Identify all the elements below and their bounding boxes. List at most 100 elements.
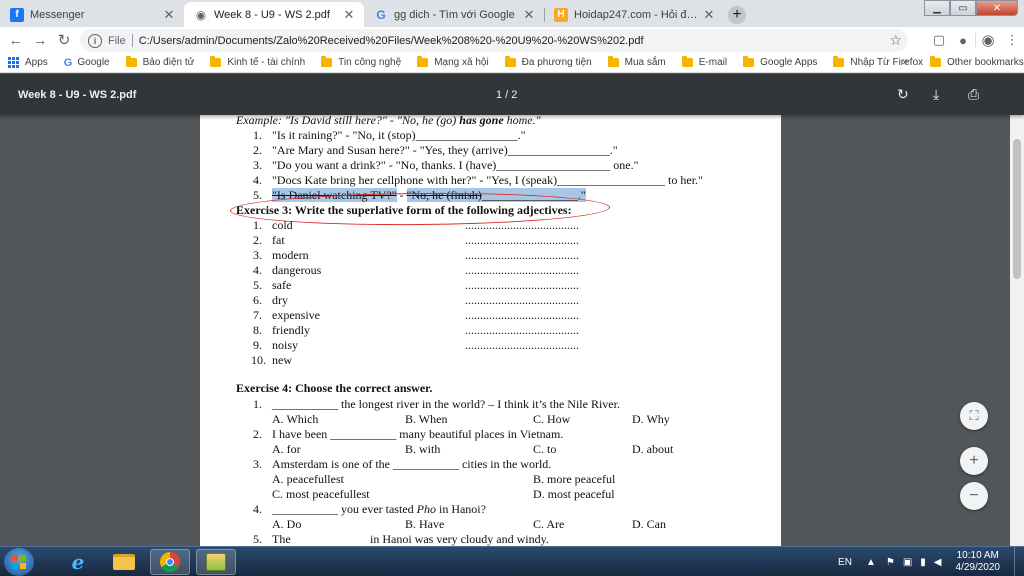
folder-icon xyxy=(321,56,333,67)
bookmark-folder[interactable]: Tin công nghệ xyxy=(321,56,402,68)
fit-page-button[interactable]: ⛶ xyxy=(960,402,988,430)
bookmark-folder[interactable]: Bảo điện tử xyxy=(125,56,195,68)
internet-explorer-icon: e xyxy=(71,550,85,574)
option: B. more peaceful xyxy=(533,472,616,486)
tab-messenger[interactable]: f Messenger ✕ xyxy=(0,2,184,27)
item-number: 3. xyxy=(253,158,262,172)
close-tab-icon[interactable]: ✕ xyxy=(342,7,356,23)
language-indicator[interactable]: EN xyxy=(838,557,852,568)
bookmark-folder[interactable]: E-mail xyxy=(681,56,727,68)
globe-icon: ◉ xyxy=(195,7,207,22)
close-tab-icon[interactable]: ✕ xyxy=(162,7,176,23)
chrome-icon-center xyxy=(166,558,174,566)
reload-button[interactable]: ↻ xyxy=(52,28,76,52)
item-number: 3. xyxy=(253,248,262,262)
page-indicator[interactable]: 1 / 2 xyxy=(496,89,517,101)
item-number: 1. xyxy=(253,128,262,142)
profile-avatar-icon[interactable]: ◉ xyxy=(976,28,1000,52)
scrollbar-thumb[interactable] xyxy=(1013,139,1021,279)
bookmark-label: Bảo điện tử xyxy=(142,57,195,68)
question-blank: ___________ xyxy=(272,397,338,411)
tab-pdf[interactable]: ◉ Week 8 - U9 - WS 2.pdf ✕ xyxy=(184,2,364,27)
zoom-out-button[interactable]: − xyxy=(960,482,988,510)
question-text: in Hanoi? xyxy=(435,502,486,516)
bookmark-folder[interactable]: Mua sắm xyxy=(607,56,666,68)
close-tab-icon[interactable]: ✕ xyxy=(522,7,536,23)
option: D. about xyxy=(632,442,674,456)
item-number: 5. xyxy=(253,532,262,546)
option: B. When xyxy=(405,412,448,426)
item-number: 2. xyxy=(253,427,262,441)
pdf-viewport[interactable]: Example: "Is David still here?" - "No, h… xyxy=(0,115,1024,546)
option: A. for xyxy=(272,442,301,456)
bookmark-apps[interactable]: Apps xyxy=(8,57,48,68)
address-bar[interactable]: i File C:/Users/admin/Documents/Zalo%20R… xyxy=(80,29,908,52)
bookmarks-overflow-button[interactable]: » xyxy=(902,56,908,68)
answer-blank: ...................................... xyxy=(465,308,579,322)
folder-icon xyxy=(504,56,516,67)
app-icon xyxy=(206,553,226,571)
question-blank: ___________ xyxy=(272,502,338,516)
option: C. How xyxy=(533,412,571,426)
tab-title: gg dich - Tìm với Google xyxy=(394,8,515,21)
chrome-taskbar-item[interactable] xyxy=(150,549,190,575)
bookmark-folder[interactable]: Nhập Từ Firefox xyxy=(833,56,924,68)
forward-button[interactable]: → xyxy=(28,28,52,52)
new-tab-button[interactable]: + xyxy=(724,2,750,27)
start-button[interactable] xyxy=(4,548,34,576)
tab-google-search[interactable]: G gg dich - Tìm với Google ✕ xyxy=(364,2,544,27)
clock[interactable]: 10:10 AM 4/29/2020 xyxy=(956,550,1001,574)
bookmark-label: Tin công nghệ xyxy=(338,57,402,68)
extension-icon[interactable]: ▢ xyxy=(927,28,951,52)
zoom-in-button[interactable]: + xyxy=(960,447,988,475)
bookmark-label: Google xyxy=(77,57,110,68)
vertical-scrollbar[interactable] xyxy=(1010,115,1024,546)
messenger-extension-icon[interactable]: ● xyxy=(951,28,975,52)
chevron-up-icon[interactable]: ▲ xyxy=(866,557,876,568)
bookmark-label: Đa phương tiện xyxy=(521,57,592,68)
adjective: fat xyxy=(272,233,285,247)
minimize-button[interactable]: ▁ xyxy=(924,0,950,16)
answer-blank: ...................................... xyxy=(465,323,579,337)
close-window-button[interactable]: ✕ xyxy=(976,0,1018,16)
other-bookmarks[interactable]: Other bookmarks xyxy=(930,56,1024,68)
file-explorer-taskbar-item[interactable] xyxy=(104,549,144,575)
option: A. Which xyxy=(272,412,319,426)
item-number: 9. xyxy=(253,338,262,352)
item-number: 5. xyxy=(253,188,262,202)
info-icon[interactable]: i xyxy=(88,33,102,48)
adjective: cold xyxy=(272,218,293,232)
adjective: new xyxy=(272,353,292,367)
close-tab-icon[interactable]: ✕ xyxy=(702,7,716,23)
bookmark-google[interactable]: G Google xyxy=(64,57,110,69)
bookmark-folder[interactable]: Kinh tế - tài chính xyxy=(210,56,305,68)
item-number: 2. xyxy=(253,143,262,157)
option: D. Why xyxy=(632,412,670,426)
bookmark-folder[interactable]: Đa phương tiện xyxy=(504,56,592,68)
tab-hoidap247[interactable]: H Hoidap247.com - Hỏi đáp bài tập ✕ xyxy=(544,2,724,27)
bookmark-label: Nhập Từ Firefox xyxy=(850,57,924,68)
print-icon[interactable]: ⎙ xyxy=(968,86,979,103)
option: C. Are xyxy=(533,517,565,531)
flag-icon[interactable]: ⚑ xyxy=(886,557,895,568)
download-icon[interactable]: ⤓ xyxy=(933,86,939,103)
exercise-3-title: Exercise 3: Write the superlative form o… xyxy=(236,203,572,217)
volume-icon[interactable]: ◀ xyxy=(934,557,942,568)
back-button[interactable]: ← xyxy=(4,28,28,52)
internet-explorer-taskbar-item[interactable]: e xyxy=(58,549,98,575)
bookmark-folder[interactable]: Google Apps xyxy=(743,56,817,68)
maximize-button[interactable]: ▭ xyxy=(950,0,976,16)
window-controls: ▁ ▭ ✕ xyxy=(924,0,1018,16)
app-taskbar-item[interactable] xyxy=(196,549,236,575)
star-icon[interactable]: ☆ xyxy=(889,32,902,49)
show-desktop-button[interactable] xyxy=(1014,547,1024,576)
network-icon[interactable]: ▮ xyxy=(920,557,926,568)
option: D. Can xyxy=(632,517,666,531)
google-icon: G xyxy=(63,56,73,69)
bookmark-folder[interactable]: Mạng xã hội xyxy=(417,56,489,68)
more-menu-icon[interactable]: ⋮ xyxy=(1000,28,1024,52)
rotate-icon[interactable]: ↻ xyxy=(897,86,909,103)
device-icon[interactable]: ▣ xyxy=(903,557,912,568)
question-text: the longest river in the world? – I thin… xyxy=(338,397,620,411)
folder-icon xyxy=(930,56,941,67)
